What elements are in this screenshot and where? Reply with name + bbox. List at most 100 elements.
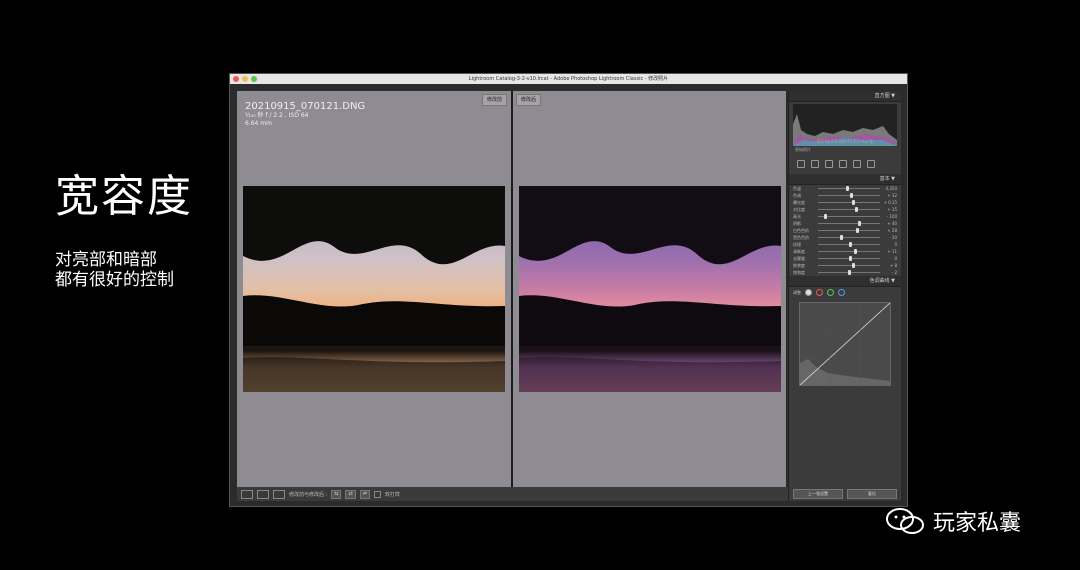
slider-knob[interactable] <box>847 270 851 275</box>
slider-track[interactable] <box>818 270 880 275</box>
slider-knob[interactable] <box>858 221 862 226</box>
focal-length: 6.64 mm <box>245 120 272 127</box>
slider-knob[interactable] <box>850 193 854 198</box>
slider-row: 鲜艳度 + 8 <box>789 262 901 269</box>
slider-value[interactable]: + 32 <box>883 193 897 198</box>
slider-knob[interactable] <box>853 249 857 254</box>
slider-row: 白色色阶 + 28 <box>789 227 901 234</box>
curve-adjust-label: 调整 <box>793 289 801 295</box>
split-view-icon[interactable] <box>273 489 285 499</box>
slider-track[interactable] <box>818 263 880 268</box>
develop-panel: 直方图 ▼ ISO 64 6.6 mm f / 2.2 ¹⁄₁₀₀ 秒 原始照片… <box>788 91 901 501</box>
slider-knob[interactable] <box>855 207 859 212</box>
slider-track[interactable] <box>818 228 880 233</box>
brush-icon[interactable] <box>867 160 875 168</box>
slider-row: 高光 - 100 <box>789 213 901 220</box>
subtitle-line: 对亮部和暗部 <box>55 250 157 270</box>
tone-curve-header[interactable]: 色调曲线 ▼ <box>789 276 901 287</box>
reset-button[interactable]: 复位 <box>847 489 897 499</box>
slider-label: 高光 <box>793 213 801 219</box>
slider-knob[interactable] <box>849 256 852 261</box>
slider-knob[interactable] <box>839 235 843 240</box>
slider-knob[interactable] <box>824 214 828 219</box>
crop-tool-icon[interactable] <box>797 160 805 168</box>
curve-rgb-icon[interactable] <box>805 289 812 296</box>
slide-subtitle: 对亮部和暗部 都有很好的控制 <box>55 250 174 290</box>
slide-title: 宽容度 <box>55 171 193 222</box>
curve-red-icon[interactable] <box>816 289 823 296</box>
radial-filter-icon[interactable] <box>853 160 861 168</box>
curve-blue-icon[interactable] <box>838 289 845 296</box>
slider-row: 清晰度 + 11 <box>789 248 901 255</box>
spot-removal-icon[interactable] <box>811 160 819 168</box>
slider-value[interactable]: + 0.15 <box>883 200 897 205</box>
before-after-label: 修改前与修改后 : <box>289 491 328 498</box>
slider-value[interactable]: - 100 <box>883 214 897 219</box>
slider-track[interactable] <box>818 221 880 226</box>
after-tag: 修改后 <box>516 94 542 106</box>
slider-track[interactable] <box>818 235 880 240</box>
loupe-view-icon[interactable] <box>241 489 253 499</box>
copy-after-button[interactable]: ⇄ <box>345 489 356 499</box>
soft-proof-checkbox[interactable] <box>373 490 381 498</box>
slider-value[interactable]: 4,350 <box>883 186 897 191</box>
basic-header[interactable]: 基本 ▼ <box>789 174 901 185</box>
histogram-header[interactable]: 直方图 ▼ <box>789 91 901 102</box>
slider-track[interactable] <box>818 249 880 254</box>
copy-before-button[interactable]: ⇆ <box>331 489 342 499</box>
slider-knob[interactable] <box>852 200 856 205</box>
slider-label: 饱和度 <box>793 269 805 275</box>
slider-row: 色调 + 32 <box>789 192 901 199</box>
slider-value[interactable]: + 15 <box>883 207 897 212</box>
slider-value[interactable]: + 8 <box>883 263 897 268</box>
slider-value[interactable]: - 30 <box>883 235 897 240</box>
slider-label: 阴影 <box>793 220 801 226</box>
slider-row: 纹理 0 <box>789 241 901 248</box>
slider-label: 黑色色阶 <box>793 234 809 240</box>
lightroom-window: Lightroom Catalog-3-2-v10.lrcat - Adobe … <box>229 73 908 507</box>
slider-value[interactable]: + 28 <box>883 228 897 233</box>
slider-track[interactable] <box>818 200 880 205</box>
slider-knob[interactable] <box>856 228 860 233</box>
slider-track[interactable] <box>818 186 880 191</box>
slider-value[interactable]: 0 <box>883 256 897 261</box>
slider-value[interactable]: 0 <box>883 242 897 247</box>
filename: 20210915_070121.DNG <box>245 101 366 112</box>
before-pane: 修改前 20210915_070121.DNG ¹⁄₁₀₀ 秒 f / 2.2 … <box>237 91 511 487</box>
slider-track[interactable] <box>818 242 880 247</box>
slider-track[interactable] <box>818 256 880 261</box>
slider-row: 曝光度 + 0.15 <box>789 199 901 206</box>
previous-settings-button[interactable]: 上一张设置 <box>793 489 843 499</box>
basic-sliders: 色温 4,350 色调 + 32 曝光度 + 0.15 对比度 + 15 高光 - 100 阴影 + … <box>789 185 901 276</box>
curve-green-icon[interactable] <box>827 289 834 296</box>
slider-track[interactable] <box>818 214 880 219</box>
slider-label: 曝光度 <box>793 199 805 205</box>
before-tag: 修改前 <box>482 94 508 106</box>
slider-value[interactable]: + 40 <box>883 221 897 226</box>
slider-track[interactable] <box>818 207 880 212</box>
before-after-view-icon[interactable] <box>257 489 269 499</box>
slider-label: 色调 <box>793 192 801 198</box>
red-eye-icon[interactable] <box>825 160 833 168</box>
photo-info-overlay: 20210915_070121.DNG ¹⁄₁₀₀ 秒 f / 2.2 , IS… <box>245 101 365 128</box>
wechat-icon <box>886 508 924 534</box>
histogram-info: ISO 64 6.6 mm f / 2.2 ¹⁄₁₀₀ 秒 <box>816 139 874 144</box>
slider-knob[interactable] <box>852 263 856 268</box>
slider-value[interactable]: + 11 <box>883 249 897 254</box>
slider-row: 阴影 + 40 <box>789 220 901 227</box>
slider-label: 清晰度 <box>793 248 805 254</box>
before-photo <box>243 186 505 392</box>
slider-row: 色温 4,350 <box>789 185 901 192</box>
title-bar: Lightroom Catalog-3-2-v10.lrcat - Adobe … <box>230 74 907 84</box>
tone-curve[interactable] <box>799 302 891 386</box>
graduated-filter-icon[interactable] <box>839 160 847 168</box>
swap-button[interactable]: ⇌ <box>359 489 370 499</box>
slider-knob[interactable] <box>849 242 852 247</box>
after-photo <box>519 186 781 392</box>
slider-track[interactable] <box>818 193 880 198</box>
slider-row: 黑色色阶 - 30 <box>789 234 901 241</box>
slider-knob[interactable] <box>845 186 849 191</box>
slider-label: 对比度 <box>793 206 805 212</box>
slider-label: 白色色阶 <box>793 227 809 233</box>
slider-value[interactable]: - 2 <box>883 270 897 275</box>
